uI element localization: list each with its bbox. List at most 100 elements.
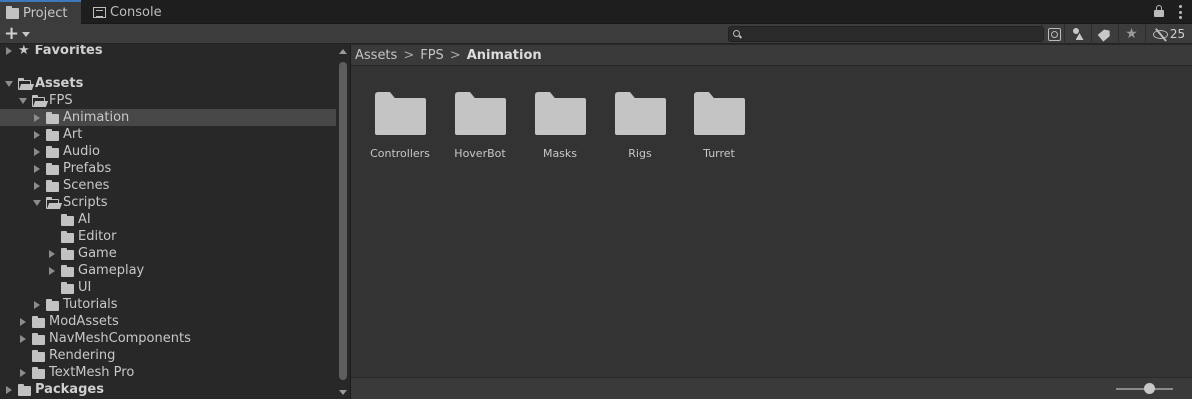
breadcrumb-current[interactable]: Animation [467,48,542,63]
hidden-packages-toggle[interactable]: 25 [1145,24,1192,44]
tree-item-navmeshcomponents[interactable]: NavMeshComponents [0,330,336,347]
collapse-arrow-icon[interactable] [32,198,42,208]
tree-item-label: AI [78,212,91,227]
tree-item-ai[interactable]: AI [0,211,336,228]
tree-item-label: Game [78,246,117,261]
expand-arrow-icon[interactable] [4,385,14,395]
expand-arrow-icon[interactable] [32,164,42,174]
folder-icon [46,145,59,158]
tree-item-tutorials[interactable]: Tutorials [0,296,336,313]
asset-folder-turret[interactable]: Turret [679,88,759,160]
tree-item-prefabs[interactable]: Prefabs [0,160,336,177]
folder-open-icon [45,196,59,209]
chevron-down-icon [22,31,31,37]
tab-project[interactable]: Project [0,0,81,24]
search-input[interactable] [745,27,1035,41]
tree-item-gameplay[interactable]: Gameplay [0,262,336,279]
tree-item-animation[interactable]: Animation [0,109,336,126]
search-by-type-button[interactable] [1064,24,1090,44]
project-toolbar: + ★ 25 [0,24,1192,44]
tree-item-favorites[interactable]: ★ Favorites [0,45,336,59]
expand-arrow-icon[interactable] [32,300,42,310]
tree-item-label: Scripts [63,195,108,210]
tree-item-editor[interactable]: Editor [0,228,336,245]
expand-arrow-icon[interactable] [18,368,28,378]
tree-item-label: Scenes [63,178,110,193]
tree-item-label: Assets [35,76,84,91]
expand-arrow-icon[interactable] [18,317,28,327]
label-tag-icon [1097,27,1112,42]
tree-item-label: FPS [49,93,73,108]
breadcrumb-separator: > [403,47,415,63]
tree-item-ui[interactable]: UI [0,279,336,296]
tree-item-label: Art [63,127,83,142]
collapse-arrow-icon[interactable] [18,96,28,106]
tree-item-label: Animation [63,110,130,125]
folder-icon [61,264,74,277]
asset-folder-controllers[interactable]: Controllers [360,88,440,160]
breadcrumb-item-fps[interactable]: FPS [420,48,444,63]
search-by-label-button[interactable] [1091,24,1117,44]
expand-arrow-icon[interactable] [32,147,42,157]
folder-icon [46,179,59,192]
folder-icon [32,315,45,328]
folder-icon [61,247,74,260]
breadcrumb-item-assets[interactable]: Assets [355,48,397,63]
folder-icon [693,92,745,135]
asset-folder-rigs[interactable]: Rigs [600,88,680,160]
lock-icon[interactable] [1154,5,1164,18]
search-in-scene-icon [1048,27,1061,41]
tab-console[interactable]: Console [87,1,177,24]
folder-icon [32,332,45,345]
folder-icon [46,111,59,124]
tree-item-scripts[interactable]: Scripts [0,194,336,211]
more-options-icon[interactable] [1178,5,1182,19]
tree-item-rendering[interactable]: Rendering [0,347,336,364]
asset-label: Masks [542,147,578,160]
eye-hidden-icon [1152,29,1168,39]
folder-open-icon [31,94,45,107]
tree-item-fps[interactable]: FPS [0,92,336,109]
asset-folder-masks[interactable]: Masks [520,88,600,160]
tree-item-packages[interactable]: Packages [0,381,336,398]
folder-icon [61,213,74,226]
scroll-up-icon[interactable] [339,49,347,54]
scrollbar-thumb[interactable] [339,62,347,380]
folder-icon [46,162,59,175]
tree-item-label: Rendering [49,348,116,363]
asset-folder-hoverbot[interactable]: HoverBot [440,88,520,160]
save-search-button[interactable]: ★ [1118,24,1144,44]
tab-project-label: Project [23,5,68,21]
search-field[interactable] [728,26,1044,42]
star-icon: ★ [18,45,30,58]
tree-item-art[interactable]: Art [0,126,336,143]
tree-item-label: Favorites [34,45,103,58]
tree-item-label: Prefabs [63,161,112,176]
folder-open-icon [17,77,31,90]
tab-console-label: Console [110,5,162,20]
tree-item-scenes[interactable]: Scenes [0,177,336,194]
create-button[interactable]: + [4,25,34,43]
asset-grid: Controllers HoverBot Masks Rigs Turret [351,66,1192,377]
zoom-slider-thumb[interactable] [1144,383,1155,394]
tree-item-game[interactable]: Game [0,245,336,262]
expand-arrow-icon[interactable] [32,130,42,140]
tree-item-textmesh-pro[interactable]: TextMesh Pro [0,364,336,381]
folder-icon [32,349,45,362]
expand-arrow-icon[interactable] [47,266,57,276]
expand-arrow-icon[interactable] [32,181,42,191]
expand-arrow-icon[interactable] [47,249,57,259]
tree-item-audio[interactable]: Audio [0,143,336,160]
expand-arrow-icon[interactable] [18,334,28,344]
tree-item-label: Editor [78,229,117,244]
scroll-down-icon[interactable] [339,390,347,395]
tree-scrollbar[interactable] [336,45,350,399]
expand-arrow-icon[interactable] [4,46,14,56]
folder-icon [46,298,59,311]
tree-item-assets[interactable]: Assets [0,75,336,92]
search-icon [733,30,740,37]
tree-item-label: ModAssets [49,314,119,329]
tree-item-modassets[interactable]: ModAssets [0,313,336,330]
expand-arrow-icon[interactable] [32,113,42,123]
collapse-arrow-icon[interactable] [4,79,14,89]
